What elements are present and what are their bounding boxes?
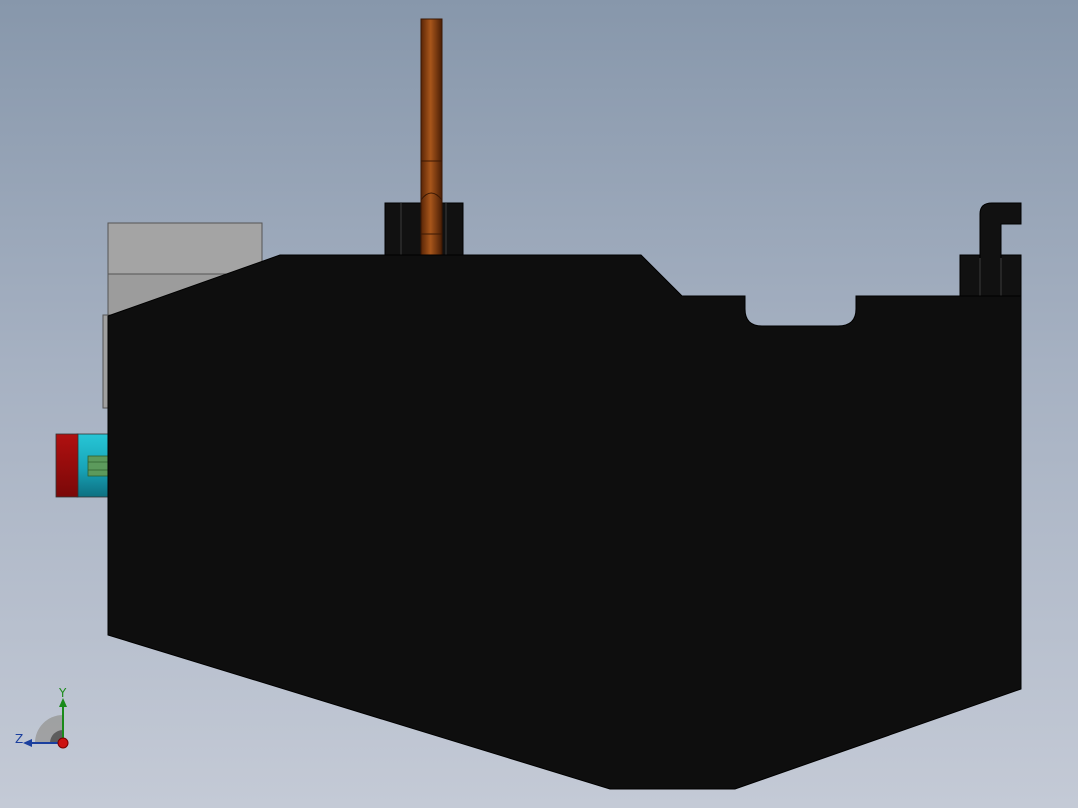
cylinder-cap[interactable] (55, 433, 79, 498)
main-body[interactable] (107, 254, 1022, 790)
triad-x-axis-dot-icon (57, 737, 69, 749)
rod-shaft[interactable] (420, 18, 443, 257)
graphics-viewport[interactable]: Y Z (0, 0, 1078, 808)
vertical-rod[interactable] (420, 18, 443, 257)
triad-y-label: Y (58, 686, 67, 700)
cylinder-actuator[interactable] (55, 433, 113, 498)
model-view[interactable] (0, 0, 1078, 808)
triad-z-arrow-icon (23, 739, 32, 747)
gray-bracket-top[interactable] (107, 222, 263, 276)
orientation-triad[interactable]: Y Z (10, 685, 80, 755)
hook-bracket[interactable] (959, 202, 1022, 298)
triad-z-label: Z (15, 732, 23, 746)
